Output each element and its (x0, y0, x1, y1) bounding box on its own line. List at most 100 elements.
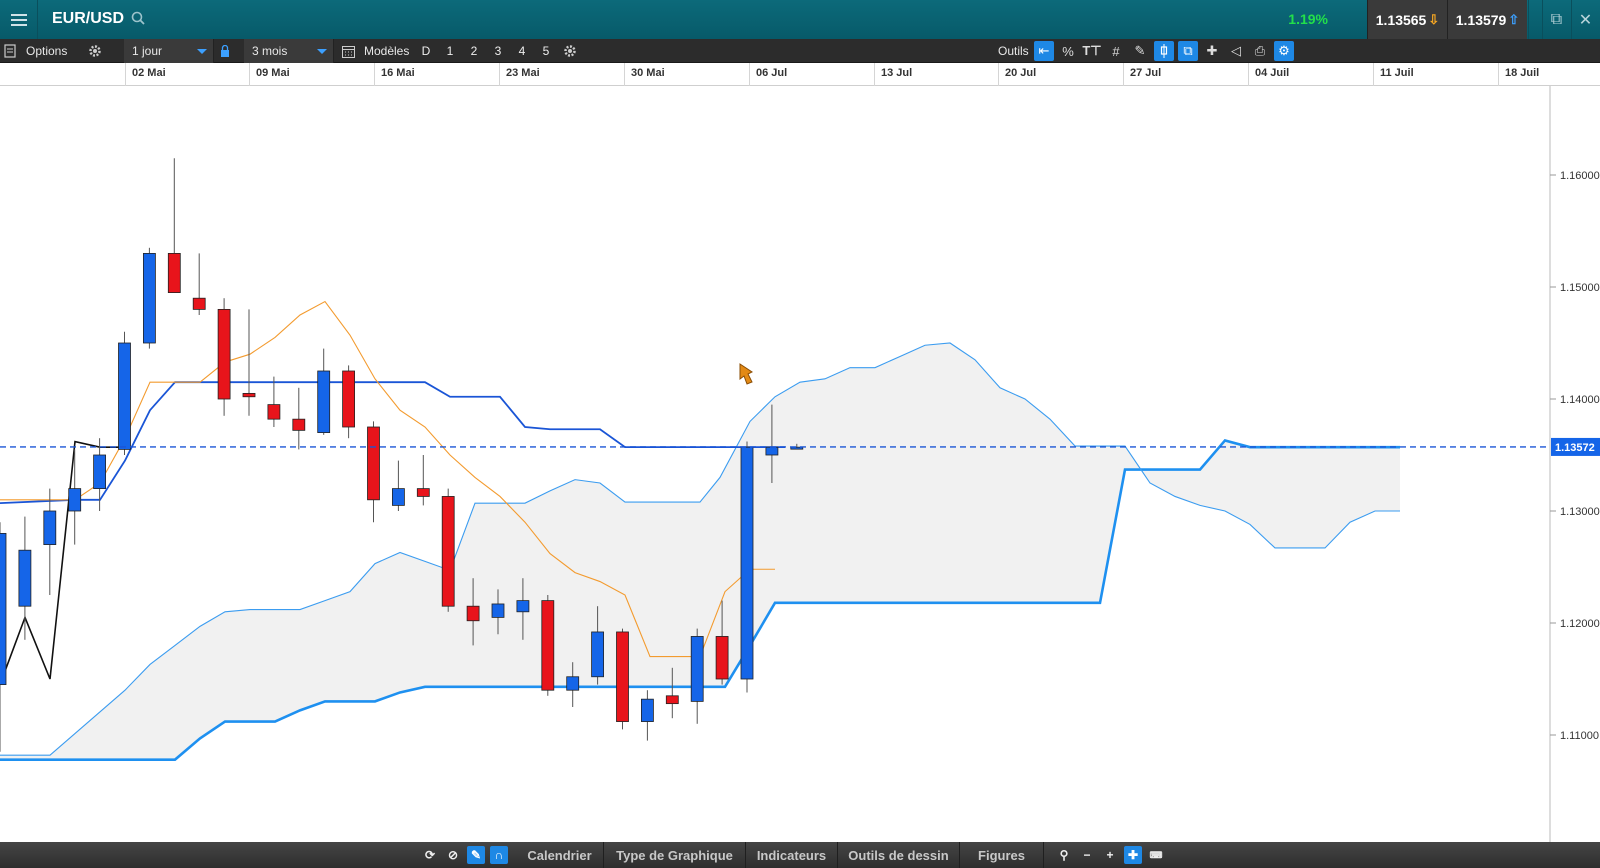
print-icon[interactable]: ⎙ (1250, 41, 1270, 61)
divider (1528, 0, 1529, 39)
range-select[interactable]: 3 mois (244, 39, 334, 63)
interval-select[interactable]: 1 jour (124, 39, 214, 63)
candle-body (491, 603, 505, 618)
options-button[interactable]: Options (26, 39, 67, 63)
candle-body (267, 404, 281, 420)
candle (317, 348, 331, 435)
candle (118, 331, 131, 455)
candle (641, 690, 654, 741)
candle (267, 376, 281, 427)
lock-icon[interactable] (220, 39, 234, 63)
candle-body (391, 488, 405, 506)
windows-icon[interactable]: ⧉ (1178, 41, 1198, 61)
grid-icon[interactable]: # (1106, 41, 1126, 61)
top-bar: EUR/USD 1.19% 1.13565 ⇩ 1.13579 ⇧ ⧉ ✕ (0, 0, 1600, 39)
percent-icon[interactable]: % (1058, 41, 1078, 61)
zoom-out-icon[interactable]: − (1078, 846, 1096, 864)
magnet-icon[interactable]: ∩ (490, 846, 508, 864)
time-tick: 13 Jul (874, 63, 912, 86)
search-icon[interactable] (131, 11, 145, 25)
crosshair-icon[interactable]: ✚ (1202, 41, 1222, 61)
time-tick: 27 Jul (1123, 63, 1161, 86)
price-tick-label: 1.13000 (1560, 506, 1600, 518)
price-chart[interactable]: 1.16000 1.15000 1.14000 1.13000 1.12000 1.110… (0, 86, 1600, 842)
candle-body (466, 605, 480, 622)
candle (541, 595, 555, 696)
line-style-icon[interactable]: ✎ (1130, 41, 1150, 61)
chart-toolbar: Options 1 jour 3 mois Modèles D 1 2 3 4 … (0, 39, 1600, 63)
candle-body (93, 454, 106, 489)
ask-price-box[interactable]: 1.13579 ⇧ (1447, 0, 1527, 39)
time-tick: 16 Mai (374, 63, 415, 86)
close-icon[interactable]: ✕ (1571, 0, 1599, 39)
time-tick: 11 Juil (1373, 63, 1414, 86)
candle-body (591, 631, 604, 678)
text-size-icon[interactable]: T⊤ (1082, 41, 1102, 61)
time-tick: 18 Juil (1498, 63, 1539, 86)
preset-5[interactable]: 5 (536, 41, 556, 61)
preset-4[interactable]: 4 (512, 41, 532, 61)
alert-pointer-icon[interactable] (739, 363, 753, 385)
preset-2[interactable]: 2 (464, 41, 484, 61)
candle-body (441, 496, 455, 607)
bid-price-box[interactable]: 1.13565 ⇩ (1367, 0, 1447, 39)
candle-body (43, 510, 57, 545)
preset-d[interactable]: D (416, 41, 436, 61)
settings-pointer-icon[interactable]: ⚙ (1274, 41, 1294, 61)
tools-label: Outils (998, 44, 1029, 58)
tab-chart-type[interactable]: Type de Graphique (604, 842, 746, 868)
crosshair-icon[interactable]: ✚ (1124, 846, 1142, 864)
price-tick-label: 1.14000 (1560, 394, 1600, 406)
candle-body (167, 252, 181, 293)
tab-figures[interactable]: Figures (960, 842, 1044, 868)
range-value: 3 mois (252, 44, 288, 58)
candle (192, 253, 206, 315)
calendar-icon[interactable] (342, 39, 356, 63)
detach-window-icon[interactable]: ⧉ (1542, 0, 1570, 39)
price-tick-label: 1.16000 (1560, 170, 1600, 182)
bid-down-arrow-icon: ⇩ (1428, 11, 1440, 27)
candle-body (142, 252, 156, 344)
menu-icon[interactable] (0, 0, 38, 39)
tab-drawing-tools[interactable]: Outils de dessin (838, 842, 960, 868)
preset-3[interactable]: 3 (488, 41, 508, 61)
keyboard-icon[interactable]: ⌨ (1147, 846, 1165, 864)
price-axis: 1.16000 1.15000 1.14000 1.13000 1.12000 1.110… (1550, 170, 1600, 742)
clear-icon[interactable]: ⊘ (444, 846, 462, 864)
time-tick: 23 Mai (499, 63, 540, 86)
presets-gear-icon[interactable] (560, 41, 580, 61)
tab-indicators[interactable]: Indicateurs (746, 842, 838, 868)
daily-change: 1.19% (1288, 11, 1328, 27)
candle (690, 628, 704, 724)
candle (292, 387, 306, 450)
candle-body (68, 488, 82, 512)
zoom-icon[interactable]: ⚲ (1055, 846, 1073, 864)
candle (416, 455, 430, 506)
candle (0, 522, 7, 752)
candle (391, 460, 405, 511)
refresh-icon[interactable]: ⟳ (421, 846, 439, 864)
back-arrow-icon[interactable]: ⇤ (1034, 41, 1054, 61)
chevron-down-icon (317, 49, 327, 54)
preset-1[interactable]: 1 (440, 41, 460, 61)
candle-body (317, 370, 331, 433)
candle-icon[interactable] (1154, 41, 1174, 61)
candle (441, 488, 455, 612)
zoom-in-icon[interactable]: + (1101, 846, 1119, 864)
tag-icon[interactable]: ◁ (1226, 41, 1246, 61)
pencil-icon[interactable]: ✎ (467, 846, 485, 864)
instrument-symbol[interactable]: EUR/USD (52, 10, 124, 28)
candle (217, 298, 231, 416)
ask-price: 1.13579 (1455, 11, 1507, 28)
candle-body (715, 636, 729, 680)
candle (342, 365, 356, 439)
candle-body (0, 532, 7, 685)
options-gear-icon[interactable] (88, 39, 106, 63)
models-button[interactable]: Modèles (364, 39, 409, 63)
candle-body (367, 426, 380, 501)
interval-value: 1 jour (132, 44, 163, 58)
candle (740, 441, 754, 693)
options-doc-icon[interactable] (4, 39, 20, 63)
tab-calendar[interactable]: Calendrier (516, 842, 604, 868)
candle-body (566, 676, 580, 691)
